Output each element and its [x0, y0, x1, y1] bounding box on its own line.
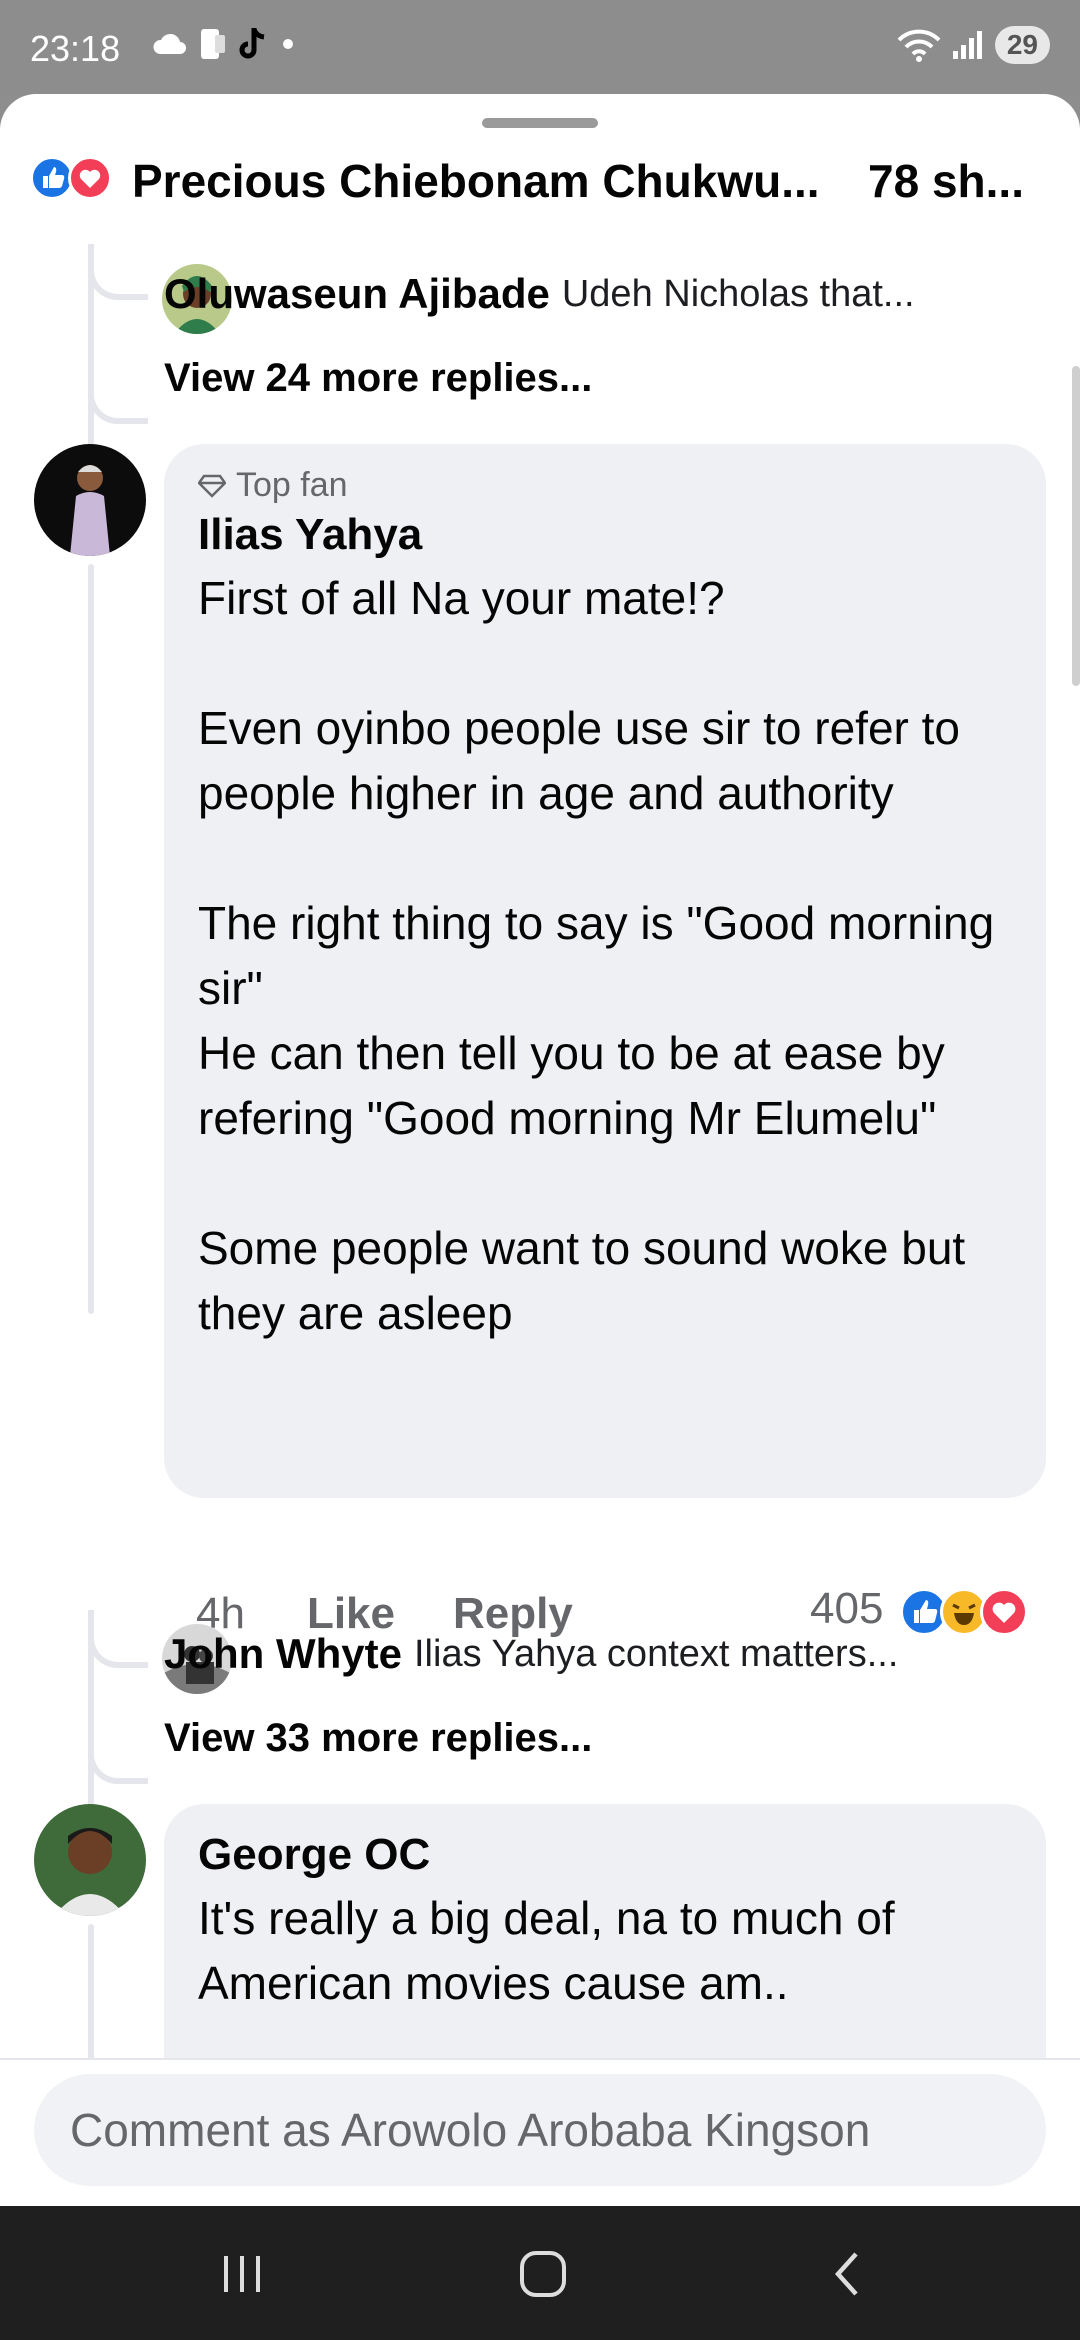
home-button[interactable] — [508, 2244, 578, 2304]
comment-input[interactable] — [34, 2074, 1046, 2186]
comment-bubble[interactable]: Top fan Ilias Yahya First of all Na your… — [164, 444, 1046, 1498]
post-author-title[interactable]: Precious Chiebonam Chukwu... — [132, 154, 820, 208]
dot-icon — [283, 39, 293, 49]
back-icon — [834, 2252, 858, 2296]
thread-line — [88, 244, 94, 454]
system-nav-bar — [0, 2206, 1080, 2340]
top-fan-badge: Top fan — [198, 466, 348, 505]
reply-preview[interactable]: Oluwaseun Ajibade Udeh Nicholas that... — [164, 270, 915, 318]
status-system-icons: 29 — [897, 26, 1050, 64]
avatar[interactable] — [34, 1804, 146, 1916]
back-button[interactable] — [812, 2244, 882, 2304]
recent-apps-button[interactable] — [208, 2244, 278, 2304]
status-bar: 23:18 29 — [0, 0, 1080, 96]
drag-handle[interactable] — [482, 118, 598, 128]
view-more-replies-link[interactable]: View 24 more replies... — [164, 356, 592, 401]
comment-text: First of all Na your mate!? Even oyinbo … — [198, 572, 995, 1339]
comments-sheet: Precious Chiebonam Chukwu... 78 sh... Ol… — [0, 94, 1080, 2206]
top-fan-label: Top fan — [236, 466, 348, 504]
comment-author[interactable]: Ilias Yahya — [198, 510, 422, 560]
love-reaction-icon — [68, 156, 112, 200]
wifi-icon — [897, 29, 941, 62]
cloud-icon — [153, 33, 186, 54]
shares-count[interactable]: 78 sh... — [868, 154, 1024, 208]
comment-author[interactable]: George OC — [198, 1830, 430, 1880]
tiktok-icon — [239, 28, 265, 59]
reply-author[interactable]: John Whyte — [164, 1630, 402, 1678]
status-notification-icons — [152, 26, 298, 62]
thread-connector — [88, 370, 148, 424]
device-icon — [201, 29, 225, 59]
reply-preview[interactable]: John Whyte Ilias Yahya context matters..… — [164, 1630, 898, 1678]
sheet-header[interactable]: Precious Chiebonam Chukwu... 78 sh... — [0, 144, 1080, 244]
reaction-summary[interactable] — [900, 1588, 1040, 1638]
reply-snippet: Udeh Nicholas that... — [561, 272, 915, 315]
thread-connector — [88, 244, 148, 300]
scrollbar[interactable] — [1072, 366, 1080, 686]
thread-line — [88, 1924, 94, 2064]
battery-indicator: 29 — [994, 26, 1050, 64]
love-reaction-icon — [980, 1588, 1028, 1636]
diamond-icon — [198, 474, 226, 498]
thread-line — [88, 564, 94, 1314]
reply-snippet: Ilias Yahya context matters... — [414, 1632, 899, 1675]
status-time: 23:18 — [30, 28, 121, 69]
recent-apps-icon — [224, 2256, 260, 2292]
thread-connector — [88, 1610, 148, 1668]
home-icon — [520, 2251, 566, 2297]
comment-text: It's really a big deal, na to much of Am… — [198, 1892, 905, 2009]
reaction-count[interactable]: 405 — [810, 1584, 883, 1634]
reply-author[interactable]: Oluwaseun Ajibade — [164, 270, 550, 318]
avatar[interactable] — [34, 444, 146, 556]
view-more-replies-link[interactable]: View 33 more replies... — [164, 1716, 592, 1761]
thread-connector — [88, 1726, 148, 1784]
signal-icon — [952, 31, 982, 59]
